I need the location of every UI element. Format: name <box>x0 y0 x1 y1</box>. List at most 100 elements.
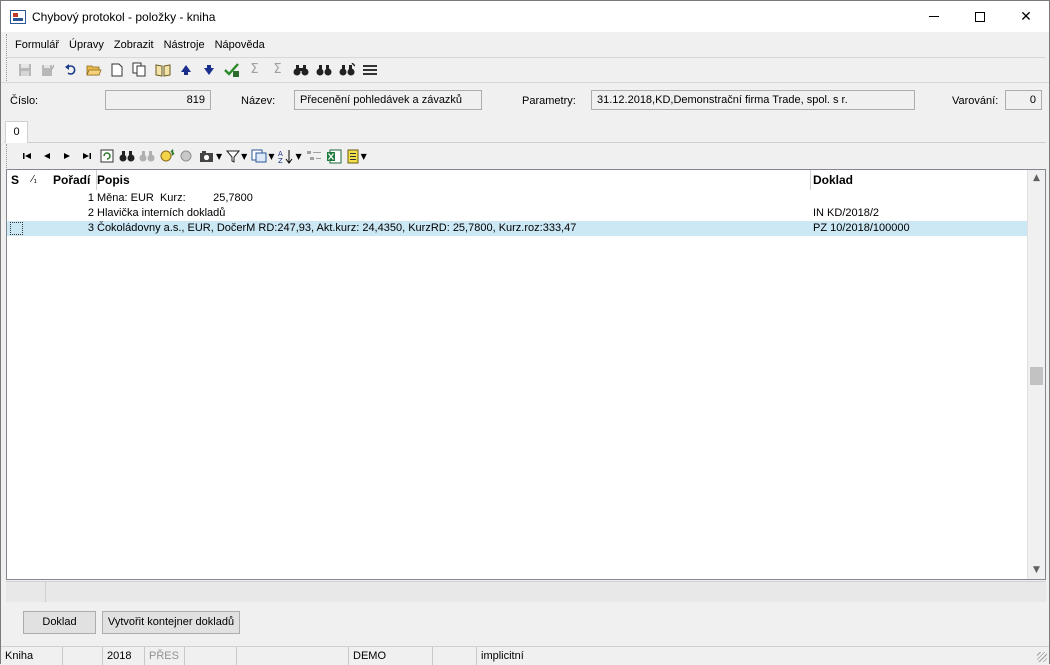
report-icon[interactable]: ▼ <box>344 145 369 167</box>
close-button[interactable]: ✕ <box>1003 1 1049 32</box>
scroll-up-icon[interactable]: ▲ <box>1028 170 1045 187</box>
menu-bar: Formulář Úpravy Zobrazit Nástroje Nápově… <box>6 34 1046 56</box>
undo-icon[interactable] <box>59 59 82 81</box>
last-record-icon[interactable] <box>77 145 97 167</box>
table-row[interactable]: 2 Hlavička interních dokladů IN KD/2018/… <box>7 206 1027 221</box>
grid-toolbar: ▼ ▼ ▼ AZ ▼ ▼ <box>6 144 1046 168</box>
arrow-down-icon[interactable] <box>197 59 220 81</box>
cell-doklad: IN KD/2018/2 <box>813 207 880 219</box>
sort-az-icon[interactable]: AZ ▼ <box>276 145 303 167</box>
excel-icon[interactable] <box>324 145 344 167</box>
mark-icon[interactable] <box>157 145 177 167</box>
resize-grip-icon[interactable] <box>1037 652 1047 662</box>
grid-footer <box>6 581 1046 602</box>
tab-0[interactable]: 0 <box>5 121 28 143</box>
minimize-icon <box>929 16 939 17</box>
doklad-button[interactable]: Doklad <box>23 611 96 634</box>
app-icon <box>10 9 26 24</box>
row-focus-indicator <box>10 222 23 235</box>
chevron-down-icon: ▼ <box>268 151 275 161</box>
status-demo: DEMO <box>349 647 433 665</box>
table-row[interactable]: 1 Měna: EUR Kurz: 25,7800 <box>7 191 1027 206</box>
menu-formular[interactable]: Formulář <box>7 39 64 51</box>
column-header-poradi[interactable]: Pořadí <box>53 170 97 190</box>
menu-lines-icon[interactable] <box>358 59 381 81</box>
column-header-popis[interactable]: Popis <box>97 170 811 190</box>
binoculars-replace-icon[interactable] <box>335 59 358 81</box>
refresh-icon[interactable] <box>97 145 117 167</box>
create-document-container-button[interactable]: Vytvořit kontejner dokladů <box>102 611 240 634</box>
main-window: Chybový protokol - položky - kniha ✕ For… <box>0 0 1050 665</box>
scroll-thumb[interactable] <box>1030 367 1043 385</box>
status-empty-3 <box>237 647 349 665</box>
parametry-field[interactable]: 31.12.2018,KD,Demonstrační firma Trade, … <box>591 90 915 110</box>
outline-icon[interactable] <box>304 145 324 167</box>
chevron-down-icon: ▼ <box>360 151 367 161</box>
cell-popis: Čokoládovny a.s., EUR, DočerM RD:247,93,… <box>97 222 577 234</box>
chevron-down-icon: ▼ <box>295 151 302 161</box>
save-icon[interactable] <box>13 59 36 81</box>
unmark-icon[interactable] <box>177 145 197 167</box>
main-toolbar: Σ Σ <box>6 57 1046 81</box>
svg-text:Z: Z <box>278 157 283 164</box>
status-empty-2 <box>185 647 237 665</box>
cell-doklad: PZ 10/2018/100000 <box>813 222 910 234</box>
book-icon[interactable] <box>151 59 174 81</box>
chevron-down-icon: ▼ <box>216 151 223 161</box>
status-implicitni: implicitní <box>481 650 524 662</box>
arrow-up-icon[interactable] <box>174 59 197 81</box>
status-empty-4 <box>433 647 477 665</box>
nazev-field[interactable]: Přecenění pohledávek a závazků <box>294 90 482 110</box>
status-bar: Kniha 2018 PŘES DEMO implicitní <box>1 646 1049 665</box>
filter-icon[interactable]: ▼ <box>224 145 249 167</box>
cislo-field[interactable]: 819 <box>105 90 211 110</box>
data-grid: S ⁄₁ Pořadí Popis Doklad 1 Měna: EUR Kur… <box>6 169 1046 580</box>
binoculars-next-icon[interactable] <box>312 59 335 81</box>
copy-icon[interactable] <box>128 59 151 81</box>
open-folder-icon[interactable] <box>82 59 105 81</box>
vertical-scrollbar[interactable]: ▲ ▼ <box>1027 170 1045 579</box>
scroll-down-icon[interactable]: ▼ <box>1028 562 1045 579</box>
cell-doklad <box>813 191 1027 206</box>
binoculars-icon[interactable] <box>289 59 312 81</box>
next-record-icon[interactable] <box>57 145 77 167</box>
first-record-icon[interactable] <box>17 145 37 167</box>
varovani-field[interactable]: 0 <box>1005 90 1042 110</box>
grid-header: S ⁄₁ Pořadí Popis Doklad <box>7 170 1027 190</box>
menu-zobrazit[interactable]: Zobrazit <box>109 39 159 51</box>
table-row-selected[interactable]: 3 Čokoládovny a.s., EUR, DočerM RD:247,9… <box>7 221 1027 236</box>
status-empty-1 <box>63 647 103 665</box>
column-header-doklad[interactable]: Doklad <box>813 170 1027 190</box>
cislo-label: Číslo: <box>10 95 39 107</box>
sum-filter-icon[interactable]: Σ <box>266 59 289 81</box>
chevron-down-icon: ▼ <box>241 151 248 161</box>
status-year: 2018 <box>103 647 145 665</box>
column-header-sort[interactable]: ⁄₁ <box>32 170 52 190</box>
prev-record-icon[interactable] <box>37 145 57 167</box>
menu-upravy[interactable]: Úpravy <box>64 39 109 51</box>
sum-icon[interactable]: Σ <box>243 59 266 81</box>
cell-poradi: 3 <box>87 222 94 234</box>
varovani-label: Varování: <box>952 95 999 107</box>
find-icon[interactable] <box>117 145 137 167</box>
column-header-s[interactable]: S <box>11 170 27 190</box>
minimize-button[interactable] <box>911 1 957 32</box>
status-mode: PŘES <box>145 647 185 665</box>
cell-poradi: 2 <box>87 207 94 219</box>
menu-nastroje[interactable]: Nástroje <box>159 39 210 51</box>
maximize-icon <box>975 11 985 22</box>
menu-napoveda[interactable]: Nápověda <box>210 39 270 51</box>
footer-cell <box>6 582 46 602</box>
cell-poradi: 1 <box>87 192 94 204</box>
find-next-icon[interactable] <box>137 145 157 167</box>
maximize-button[interactable] <box>957 1 1003 32</box>
header-fields: Číslo: 819 Název: Přecenění pohledávek a… <box>1 82 1049 118</box>
status-kniha: Kniha <box>1 647 63 665</box>
new-document-icon[interactable] <box>105 59 128 81</box>
save-as-icon[interactable] <box>36 59 59 81</box>
check-icon[interactable] <box>220 59 243 81</box>
parametry-label: Parametry: <box>522 95 576 107</box>
columns-icon[interactable]: ▼ <box>249 145 276 167</box>
camera-icon[interactable]: ▼ <box>197 145 224 167</box>
cell-popis: Hlavička interních dokladů <box>97 207 226 219</box>
